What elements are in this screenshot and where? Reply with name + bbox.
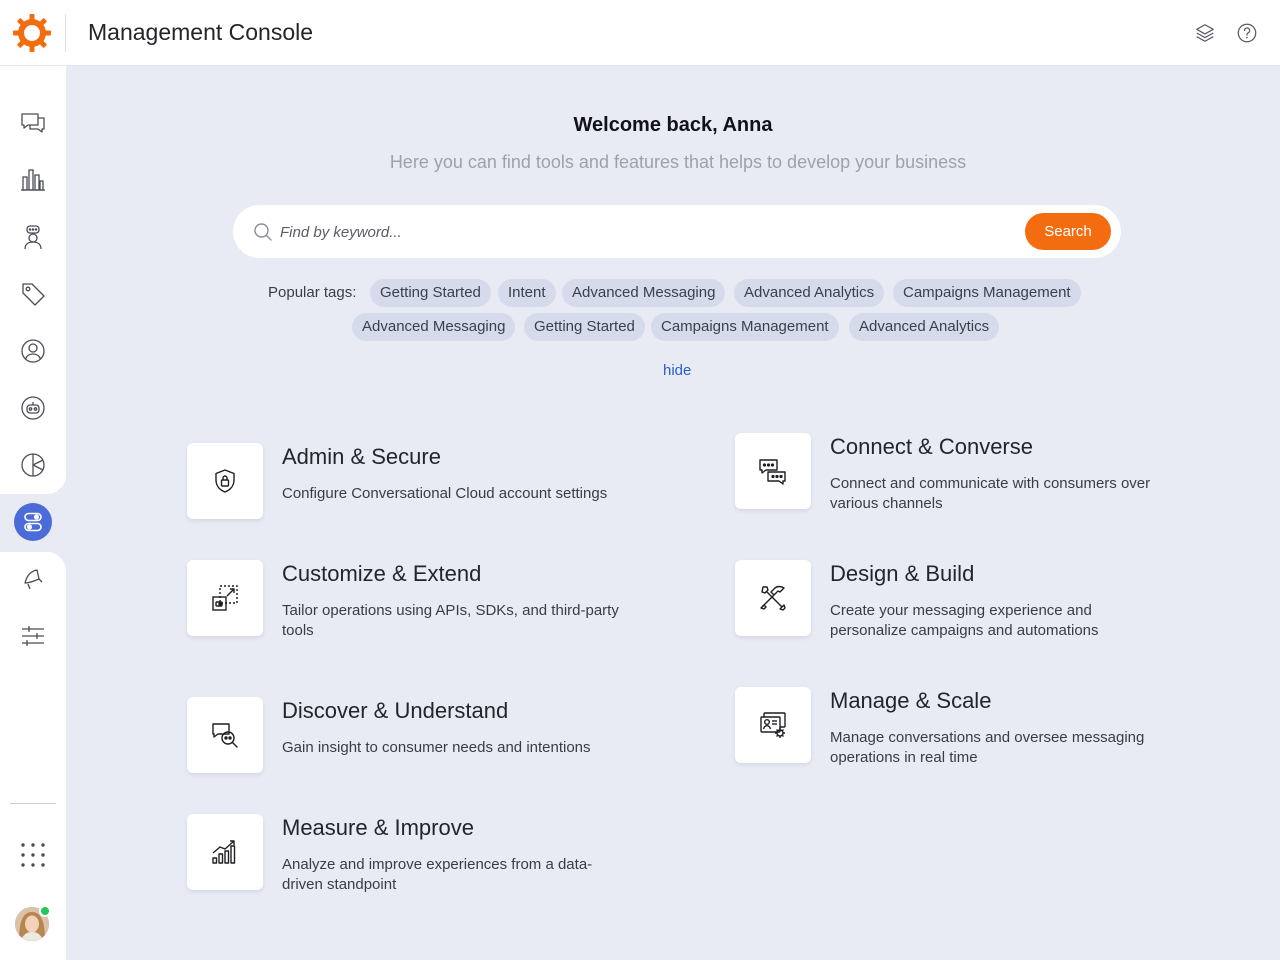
category-title: Measure & Improve	[282, 815, 474, 840]
app-title: Management Console	[88, 19, 314, 45]
category-title: Discover & Understand	[282, 698, 509, 723]
analytics-icon[interactable]	[13, 160, 53, 200]
search-input[interactable]	[280, 217, 1000, 247]
tag-chip[interactable]: Advanced Analytics	[849, 313, 1000, 341]
category-description: Configure Conversational Cloud account s…	[282, 485, 608, 502]
conversations-icon[interactable]	[13, 103, 53, 143]
tag-chip[interactable]: Advanced Messaging	[352, 313, 516, 341]
top-header: Management Console	[0, 0, 1280, 66]
insight-icon	[187, 697, 263, 773]
sidebar	[0, 66, 66, 960]
welcome-subtitle: Here you can find tools and features tha…	[389, 152, 967, 172]
category-description: Analyze and improve experiences from a d…	[282, 856, 593, 893]
category-description: Manage conversations and oversee messagi…	[830, 729, 1145, 766]
manage-icon	[735, 687, 811, 763]
shield-lock-icon	[187, 443, 263, 519]
help-icon[interactable]	[1236, 22, 1258, 44]
welcome-heading: Welcome back, Anna	[573, 114, 773, 136]
search-bar: Search	[233, 205, 1121, 258]
logo-icon[interactable]	[12, 13, 52, 53]
category-description: Tailor operations using APIs, SDKs, and …	[282, 602, 619, 639]
agent-icon[interactable]	[13, 217, 53, 257]
toggles-icon[interactable]	[14, 503, 52, 541]
search-icon	[253, 222, 273, 242]
user-icon[interactable]	[13, 331, 53, 371]
search-button[interactable]: Search	[1025, 213, 1111, 250]
category-title: Design & Build	[830, 561, 975, 586]
category-title: Manage & Scale	[830, 688, 992, 713]
apps-grid-icon[interactable]	[13, 835, 53, 875]
popular-tags-label: Popular tags:	[268, 284, 357, 301]
category-title: Customize & Extend	[282, 561, 482, 586]
category-description: Create your messaging experience and per…	[830, 602, 1099, 639]
tag-chip[interactable]: Getting Started	[370, 279, 491, 307]
sidebar-divider	[10, 803, 56, 804]
bot-icon[interactable]	[13, 388, 53, 428]
tag-chip[interactable]: Campaigns Management	[651, 313, 839, 341]
tools-icon	[735, 560, 811, 636]
chat-bubbles-icon	[735, 433, 811, 509]
tag-chip[interactable]: Advanced Messaging	[562, 279, 726, 307]
category-title: Admin & Secure	[282, 444, 441, 469]
online-status-indicator	[39, 905, 51, 917]
tag-chip[interactable]: Advanced Analytics	[734, 279, 885, 307]
category-title: Connect & Converse	[830, 434, 1033, 459]
settings-sliders-icon[interactable]	[13, 616, 53, 656]
header-divider	[65, 14, 66, 52]
extend-icon	[187, 560, 263, 636]
tag-chip[interactable]: Intent	[498, 279, 556, 307]
growth-chart-icon	[187, 814, 263, 890]
category-description: Gain insight to consumer needs and inten…	[282, 739, 591, 756]
tag-icon[interactable]	[13, 274, 53, 314]
category-description: Connect and communicate with consumers o…	[830, 475, 1151, 512]
tag-chip[interactable]: Getting Started	[524, 313, 645, 341]
campaign-icon[interactable]	[13, 559, 53, 599]
tag-chip[interactable]: Campaigns Management	[893, 279, 1081, 307]
hide-tags-link[interactable]: hide	[663, 362, 691, 379]
layers-icon[interactable]	[1194, 22, 1216, 44]
